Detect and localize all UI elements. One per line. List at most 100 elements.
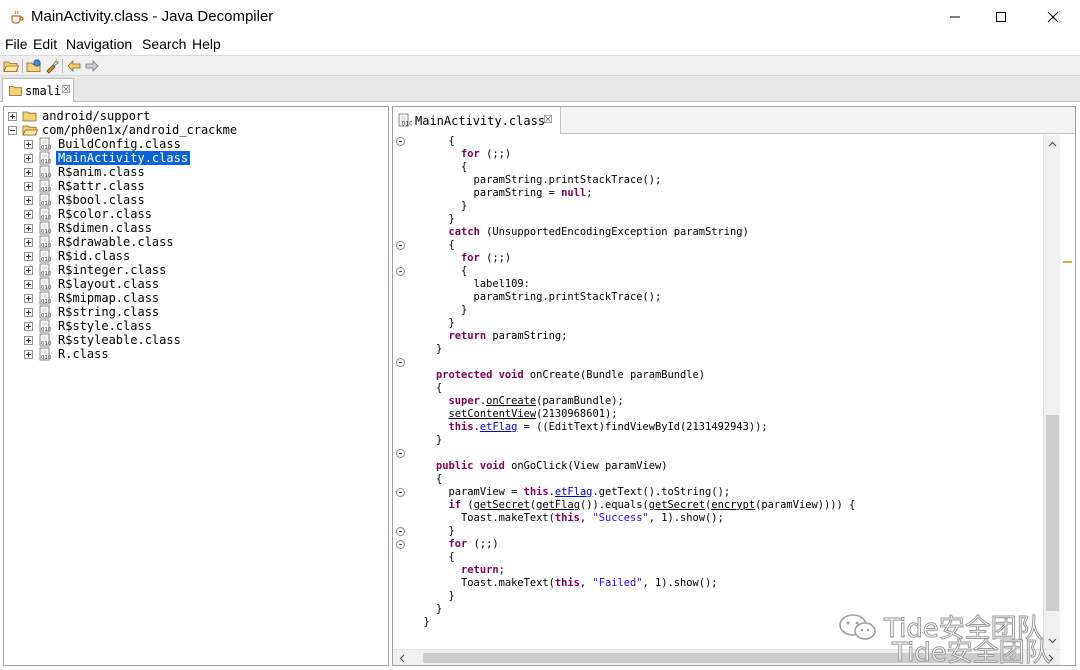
expand-icon[interactable]	[24, 154, 33, 163]
expand-icon[interactable]	[24, 266, 33, 275]
tree-node[interactable]: 010 MainActivity.class	[4, 151, 384, 165]
fold-toggle-icon[interactable]	[396, 488, 405, 497]
tree-node[interactable]: 010 R$mipmap.class	[4, 291, 384, 305]
code-line: {	[411, 265, 467, 278]
tree-node[interactable]: 010 R$color.class	[4, 207, 384, 221]
class-file-icon: 010	[39, 333, 52, 347]
tree-node[interactable]: 010 R$styleable.class	[4, 333, 384, 347]
code-line: for (;;)	[411, 538, 499, 551]
code-line: for (;;)	[411, 252, 511, 265]
tree-node-label: R$styleable.class	[58, 333, 181, 347]
minimize-button[interactable]	[932, 0, 978, 33]
expand-icon[interactable]	[24, 210, 33, 219]
expand-icon[interactable]	[24, 196, 33, 205]
tree-node[interactable]: 010 R$layout.class	[4, 277, 384, 291]
tree-node[interactable]: 010 R$bool.class	[4, 193, 384, 207]
code-token: etFlag	[554, 486, 593, 498]
editor-tab-close-icon[interactable]: ☒	[543, 113, 553, 126]
fold-toggle-icon[interactable]	[396, 540, 405, 549]
fold-toggle-icon[interactable]	[396, 241, 405, 250]
scroll-left-arrow[interactable]	[393, 650, 410, 665]
editor-tab-bar: 010 MainActivity.class ☒	[393, 107, 1075, 134]
open-type-icon[interactable]	[26, 58, 42, 74]
code-line: Toast.makeText(this, "Success", 1).show(…	[411, 512, 724, 525]
close-button[interactable]	[1030, 0, 1076, 33]
vertical-scrollbar[interactable]	[1043, 135, 1060, 649]
code-line: {	[411, 382, 442, 395]
open-folder-icon[interactable]	[3, 58, 19, 74]
scroll-up-arrow[interactable]	[1044, 135, 1061, 152]
code-line: this.etFlag = ((EditText)findViewById(21…	[411, 421, 768, 434]
expand-icon[interactable]	[24, 168, 33, 177]
code-token: if	[448, 499, 462, 511]
menu-file[interactable]: File	[5, 36, 28, 52]
menu-search[interactable]: Search	[142, 36, 186, 52]
code-view[interactable]: { for (;;) { paramString.printStackTrace…	[393, 135, 1043, 649]
code-token: (;;)	[467, 538, 499, 550]
code-token: protected	[436, 369, 493, 381]
code-line: paramView = this.etFlag.getText().toStri…	[411, 486, 731, 499]
tree-node[interactable]: 010 R$anim.class	[4, 165, 384, 179]
back-arrow-icon[interactable]	[66, 58, 82, 74]
code-token: {	[411, 473, 443, 485]
vertical-scroll-thumb[interactable]	[1046, 415, 1059, 611]
expand-icon[interactable]	[24, 280, 33, 289]
class-file-icon: 010	[39, 263, 52, 277]
tree-node[interactable]: 010 BuildConfig.class	[4, 137, 384, 151]
expand-icon[interactable]	[24, 224, 33, 233]
tree-node[interactable]: 010 R$drawable.class	[4, 235, 384, 249]
tree-node[interactable]: com/ph0en1x/android_crackme	[4, 123, 384, 137]
expand-icon[interactable]	[24, 182, 33, 191]
class-file-icon: 010	[398, 113, 412, 127]
fold-toggle-icon[interactable]	[396, 527, 405, 536]
search-flashlight-icon[interactable]	[44, 58, 60, 74]
ruler-marker[interactable]	[1063, 261, 1072, 263]
scroll-right-arrow[interactable]	[1042, 650, 1059, 665]
chevron-right-icon	[1048, 654, 1053, 662]
code-token: }	[411, 343, 443, 355]
menu-help[interactable]: Help	[192, 36, 221, 52]
tree-node[interactable]: 010 R$attr.class	[4, 179, 384, 193]
tab-close-icon[interactable]: ☒	[61, 83, 71, 96]
expand-icon[interactable]	[24, 308, 33, 317]
collapse-icon[interactable]	[8, 126, 17, 135]
horizontal-scroll-thumb[interactable]	[423, 653, 1023, 663]
menu-navigation[interactable]: Navigation	[66, 36, 132, 52]
fold-toggle-icon[interactable]	[396, 449, 405, 458]
expand-icon[interactable]	[8, 112, 17, 121]
code-token: }	[411, 603, 443, 615]
expand-icon[interactable]	[24, 140, 33, 149]
scroll-down-arrow[interactable]	[1044, 632, 1061, 649]
expand-icon[interactable]	[24, 238, 33, 247]
tree-node[interactable]: 010 R$id.class	[4, 249, 384, 263]
tree-node[interactable]: 010 R$integer.class	[4, 263, 384, 277]
tab-mainactivity[interactable]: 010 MainActivity.class ☒	[393, 107, 561, 134]
maximize-button[interactable]	[978, 0, 1024, 33]
tree-node-label: R$id.class	[58, 249, 131, 263]
code-token: .getText().toString();	[592, 486, 731, 498]
forward-arrow-icon[interactable]	[84, 58, 100, 74]
fold-toggle-icon[interactable]	[396, 358, 405, 367]
tree-node[interactable]: 010 R$string.class	[4, 305, 384, 319]
expand-icon[interactable]	[24, 350, 33, 359]
menu-edit[interactable]: Edit	[33, 36, 57, 52]
tree-node[interactable]: 010 R.class	[4, 347, 384, 361]
code-line: return;	[411, 564, 505, 577]
fold-toggle-icon[interactable]	[396, 267, 405, 276]
code-token: for	[448, 538, 468, 550]
tree-node[interactable]: 010 R$style.class	[4, 319, 384, 333]
tree-node[interactable]: 010 R$dimen.class	[4, 221, 384, 235]
horizontal-scrollbar[interactable]	[393, 649, 1060, 665]
tree-node-label: R$bool.class	[58, 193, 145, 207]
code-line: catch (UnsupportedEncodingException para…	[411, 226, 749, 239]
tab-smali[interactable]: smali ☒	[2, 78, 74, 102]
fold-toggle-icon[interactable]	[396, 137, 405, 146]
expand-icon[interactable]	[24, 322, 33, 331]
expand-icon[interactable]	[24, 294, 33, 303]
expand-icon[interactable]	[24, 336, 33, 345]
class-file-icon: 010	[39, 137, 52, 151]
expand-icon[interactable]	[24, 252, 33, 261]
tree-node[interactable]: android/support	[4, 109, 384, 123]
